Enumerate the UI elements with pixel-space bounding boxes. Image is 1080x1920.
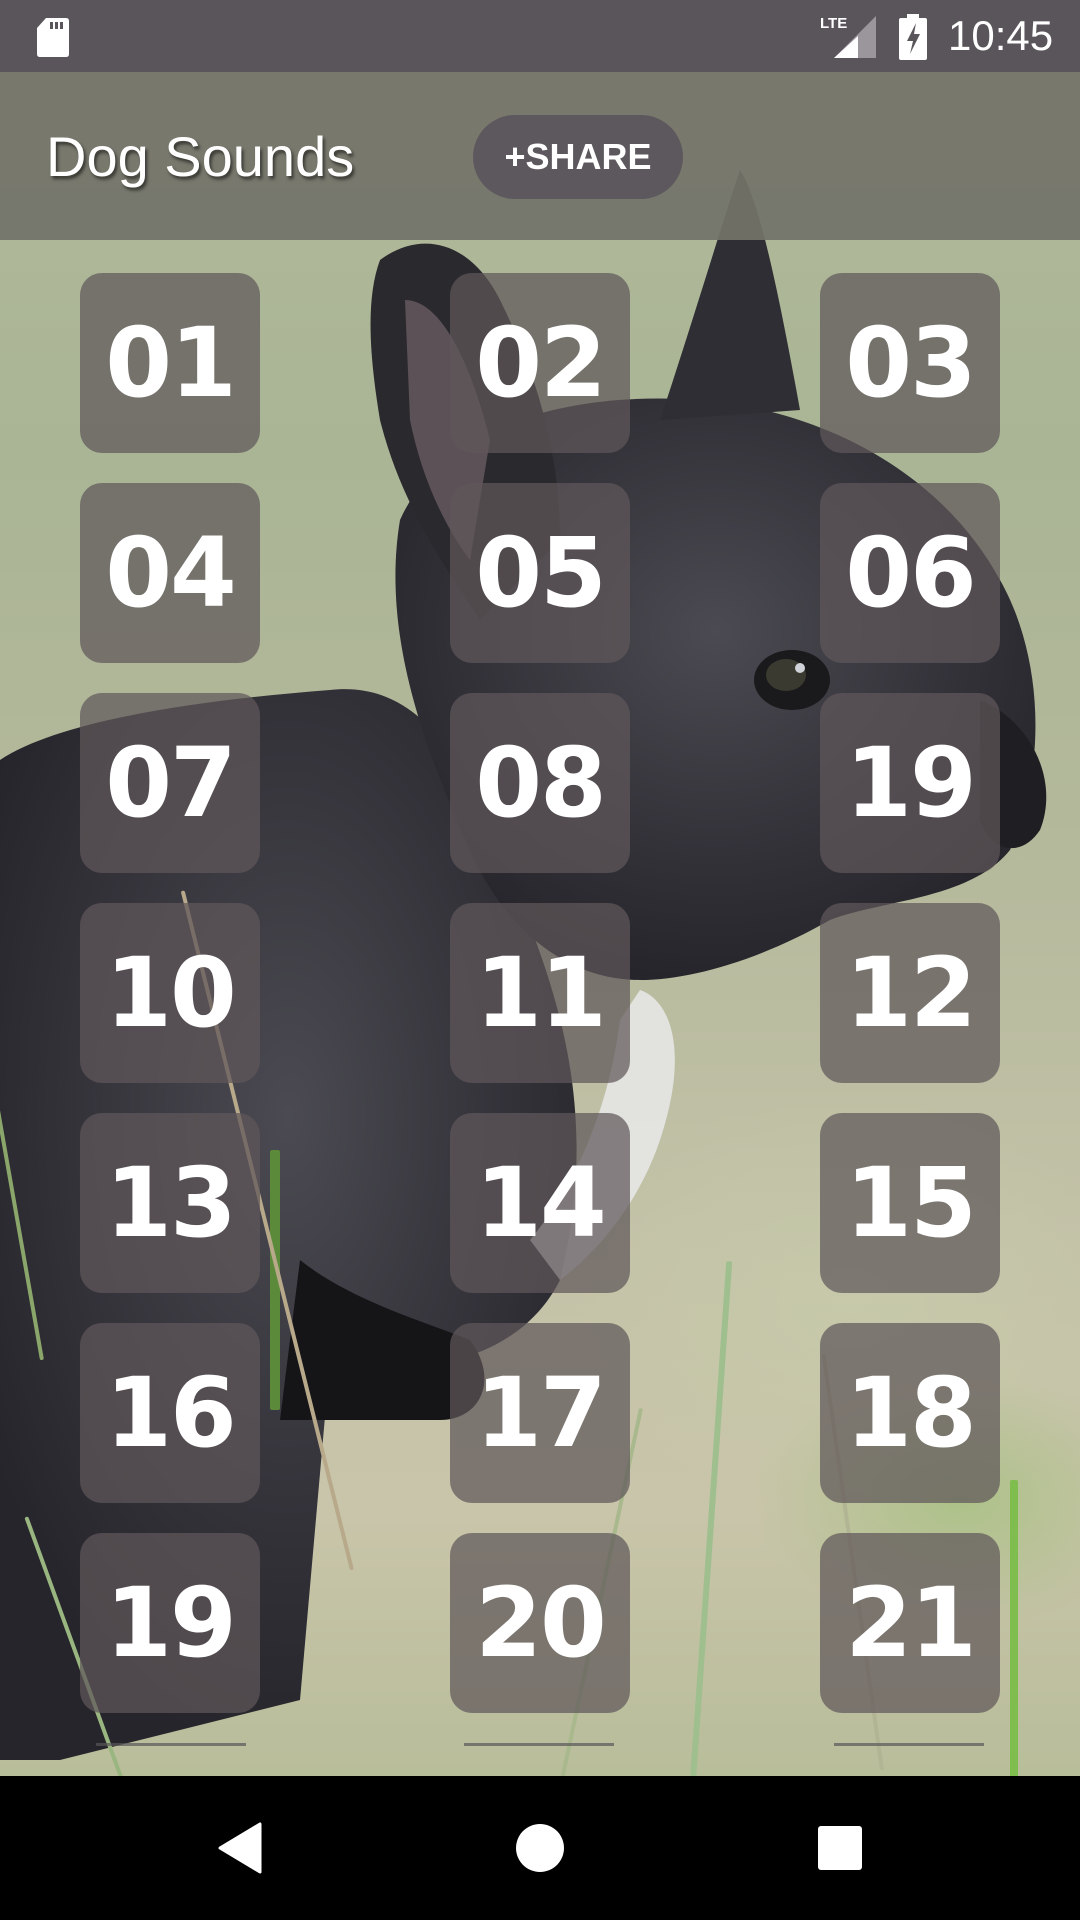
sound-button[interactable]: 04 <box>80 483 260 663</box>
sound-button[interactable]: 15 <box>820 1113 1000 1293</box>
recents-button[interactable] <box>810 1820 870 1876</box>
app-title: Dog Sounds <box>46 125 355 188</box>
battery-charging-icon <box>899 14 927 60</box>
sound-button[interactable]: 07 <box>80 693 260 873</box>
app-header: Dog Sounds +SHARE <box>0 72 1080 240</box>
scroll-divider <box>834 1743 984 1746</box>
sound-button[interactable]: 19 <box>80 1533 260 1713</box>
sound-button[interactable]: 21 <box>820 1533 1000 1713</box>
sound-button[interactable]: 14 <box>450 1113 630 1293</box>
sd-card-icon <box>37 18 69 57</box>
scroll-divider <box>464 1743 614 1746</box>
navigation-bar <box>0 1776 1080 1920</box>
back-icon <box>218 1822 262 1874</box>
lte-signal-icon: LTE <box>820 15 876 58</box>
clock: 10:45 <box>948 12 1054 59</box>
grass-strand <box>1010 1480 1018 1776</box>
recents-icon <box>818 1826 862 1870</box>
sound-button[interactable]: 12 <box>820 903 1000 1083</box>
sound-button[interactable]: 17 <box>450 1323 630 1503</box>
sound-button[interactable]: 16 <box>80 1323 260 1503</box>
dog-photo <box>0 170 1047 1761</box>
sound-button[interactable]: 11 <box>450 903 630 1083</box>
sound-button[interactable]: 02 <box>450 273 630 453</box>
home-button[interactable] <box>510 1820 570 1876</box>
sound-button[interactable]: 08 <box>450 693 630 873</box>
sound-button[interactable]: 01 <box>80 273 260 453</box>
sound-button[interactable]: 05 <box>450 483 630 663</box>
share-button[interactable]: +SHARE <box>473 115 683 199</box>
sound-button[interactable]: 10 <box>80 903 260 1083</box>
scroll-divider <box>96 1743 246 1746</box>
background-photo <box>0 0 1080 1776</box>
sound-button[interactable]: 18 <box>820 1323 1000 1503</box>
sound-button[interactable]: 06 <box>820 483 1000 663</box>
back-button[interactable] <box>210 1820 270 1876</box>
status-bar: LTE 10:45 <box>0 0 1080 72</box>
svg-text:LTE: LTE <box>820 15 847 32</box>
sound-button[interactable]: 13 <box>80 1113 260 1293</box>
home-icon <box>516 1824 564 1872</box>
sound-button[interactable]: 19 <box>820 693 1000 873</box>
sound-button[interactable]: 20 <box>450 1533 630 1713</box>
sound-button[interactable]: 03 <box>820 273 1000 453</box>
